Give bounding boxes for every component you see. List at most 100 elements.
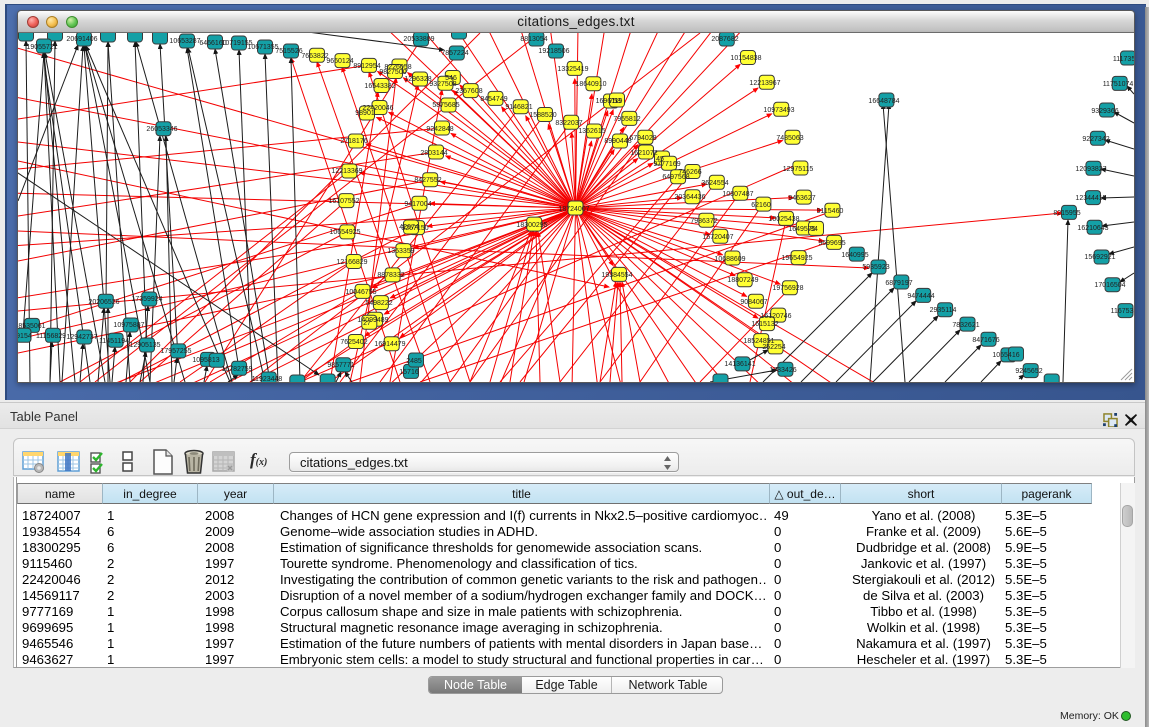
- svg-text:8454749: 8454749: [480, 96, 507, 103]
- svg-text:16543382: 16543382: [364, 83, 395, 90]
- svg-text:17957255: 17957255: [160, 348, 191, 355]
- svg-text:2718176: 2718176: [340, 138, 367, 145]
- svg-text:2485: 2485: [406, 358, 422, 365]
- svg-text:9699695: 9699695: [818, 240, 845, 247]
- svg-text:8215955: 8215955: [1053, 210, 1080, 217]
- svg-text:7832621: 7832621: [952, 322, 979, 329]
- svg-text:2367608: 2367608: [455, 88, 482, 95]
- svg-text:7955812: 7955812: [613, 116, 640, 123]
- svg-text:12093827: 12093827: [1075, 166, 1106, 173]
- svg-text:10671355: 10671355: [247, 44, 278, 51]
- svg-text:12975115: 12975115: [783, 166, 814, 173]
- svg-text:5498222: 5498222: [365, 300, 392, 307]
- svg-text:20364436: 20364436: [674, 194, 705, 201]
- svg-text:12213369: 12213369: [331, 168, 362, 175]
- svg-text:18640910: 18640910: [575, 81, 606, 88]
- svg-text:84: 84: [810, 226, 818, 233]
- svg-text:10653287: 10653287: [169, 38, 200, 45]
- svg-text:10807487: 10807487: [722, 191, 753, 198]
- svg-text:18724007: 18724007: [558, 206, 589, 213]
- svg-text:16120746: 16120746: [760, 313, 791, 320]
- svg-text:6879197: 6879197: [885, 280, 912, 287]
- svg-text:9115460: 9115460: [817, 208, 844, 215]
- svg-text:18807249: 18807249: [727, 277, 758, 284]
- svg-text:17359924: 17359924: [131, 296, 162, 303]
- svg-text:11923448: 11923448: [252, 376, 283, 382]
- svg-text:18535061: 18535061: [18, 323, 46, 330]
- svg-text:12942737: 12942737: [66, 334, 97, 341]
- svg-text:10025438: 10025438: [768, 216, 799, 223]
- svg-text:9827500: 9827500: [379, 69, 406, 76]
- svg-text:8322037: 8322037: [555, 120, 582, 127]
- svg-text:20691406: 20691406: [66, 36, 97, 43]
- svg-text:9777169: 9777169: [653, 161, 680, 168]
- svg-text:1362615: 1362615: [578, 128, 605, 135]
- svg-text:2803144: 2803144: [420, 150, 447, 157]
- svg-text:15692921: 15692921: [1084, 254, 1115, 261]
- svg-text:5875685: 5875685: [432, 102, 459, 109]
- svg-text:16107552: 16107552: [328, 198, 359, 205]
- svg-text:10046755: 10046755: [345, 289, 376, 296]
- svg-text:1615132: 1615132: [751, 321, 778, 328]
- svg-text:17016504: 17016504: [1094, 282, 1125, 289]
- svg-text:1296328: 1296328: [404, 76, 431, 83]
- svg-text:1095813: 1095813: [192, 357, 219, 364]
- svg-text:26053346: 26053346: [146, 126, 177, 133]
- svg-text:12344415: 12344415: [1075, 195, 1106, 202]
- svg-text:3624554: 3624554: [701, 180, 728, 187]
- svg-text:8427552: 8427552: [414, 177, 441, 184]
- svg-text:10654925: 10654925: [329, 229, 360, 236]
- svg-text:39154: 39154: [18, 333, 32, 340]
- svg-text:98901: 98901: [355, 110, 375, 117]
- svg-text:6497568: 6497568: [662, 174, 689, 181]
- svg-text:10154838: 10154838: [730, 55, 761, 62]
- svg-text:1065416: 1065416: [992, 352, 1019, 359]
- svg-text:1353359: 1353359: [387, 248, 414, 255]
- svg-text:18300295: 18300295: [516, 222, 547, 229]
- svg-text:8813054: 8813054: [520, 36, 547, 43]
- svg-text:252254: 252254: [762, 344, 785, 351]
- svg-text:9084067: 9084067: [740, 299, 767, 306]
- svg-text:16648784: 16648784: [868, 98, 899, 105]
- svg-text:2087682: 2087682: [711, 36, 738, 43]
- svg-text:11751074: 11751074: [1103, 81, 1134, 88]
- svg-text:27: 27: [363, 320, 371, 327]
- svg-text:13325419: 13325419: [557, 66, 588, 73]
- svg-text:7515526: 7515526: [275, 48, 302, 55]
- svg-text:11451194: 11451194: [99, 338, 129, 345]
- svg-text:9857771: 9857771: [327, 362, 354, 369]
- svg-text:8990448: 8990448: [604, 138, 631, 145]
- svg-text:758: 758: [609, 98, 621, 105]
- svg-text:8912954: 8912954: [353, 63, 380, 70]
- svg-text:62160: 62160: [751, 202, 771, 209]
- svg-text:16210643: 16210643: [1077, 225, 1108, 232]
- svg-text:8878332: 8878332: [377, 272, 404, 279]
- svg-text:19055721: 19055721: [26, 44, 57, 51]
- svg-text:19756928: 19756928: [772, 285, 803, 292]
- svg-text:9329366: 9329366: [1091, 108, 1118, 115]
- svg-text:12166829: 12166829: [336, 259, 367, 266]
- svg-text:10975887: 10975887: [113, 322, 144, 329]
- svg-text:12213967: 12213967: [749, 80, 780, 87]
- svg-text:1117352: 1117352: [1113, 56, 1134, 63]
- svg-text:19654925: 19654925: [781, 255, 812, 262]
- svg-text:7663822: 7663822: [301, 53, 328, 60]
- svg-text:9327508: 9327508: [429, 81, 456, 88]
- svg-text:12905135: 12905135: [129, 342, 160, 349]
- svg-text:1733426: 1733426: [769, 367, 796, 374]
- svg-text:7986372: 7986372: [690, 218, 717, 225]
- svg-text:16914479: 16914479: [374, 341, 405, 348]
- svg-text:9474444: 9474444: [907, 293, 934, 300]
- svg-text:7625402: 7625402: [340, 339, 367, 346]
- svg-text:6794028: 6794028: [629, 135, 656, 142]
- svg-text:2935114: 2935114: [930, 307, 957, 314]
- svg-text:1640995: 1640995: [841, 252, 868, 259]
- svg-text:7485063: 7485063: [776, 135, 803, 142]
- svg-text:10973493: 10973493: [763, 107, 794, 114]
- svg-text:5935923: 5935923: [862, 264, 889, 271]
- svg-text:9227342: 9227342: [1082, 136, 1109, 143]
- svg-text:9146821: 9146821: [505, 104, 532, 111]
- svg-text:20206526: 20206526: [88, 299, 119, 306]
- svg-text:42674: 42674: [399, 224, 419, 231]
- svg-text:20533809: 20533809: [403, 36, 434, 43]
